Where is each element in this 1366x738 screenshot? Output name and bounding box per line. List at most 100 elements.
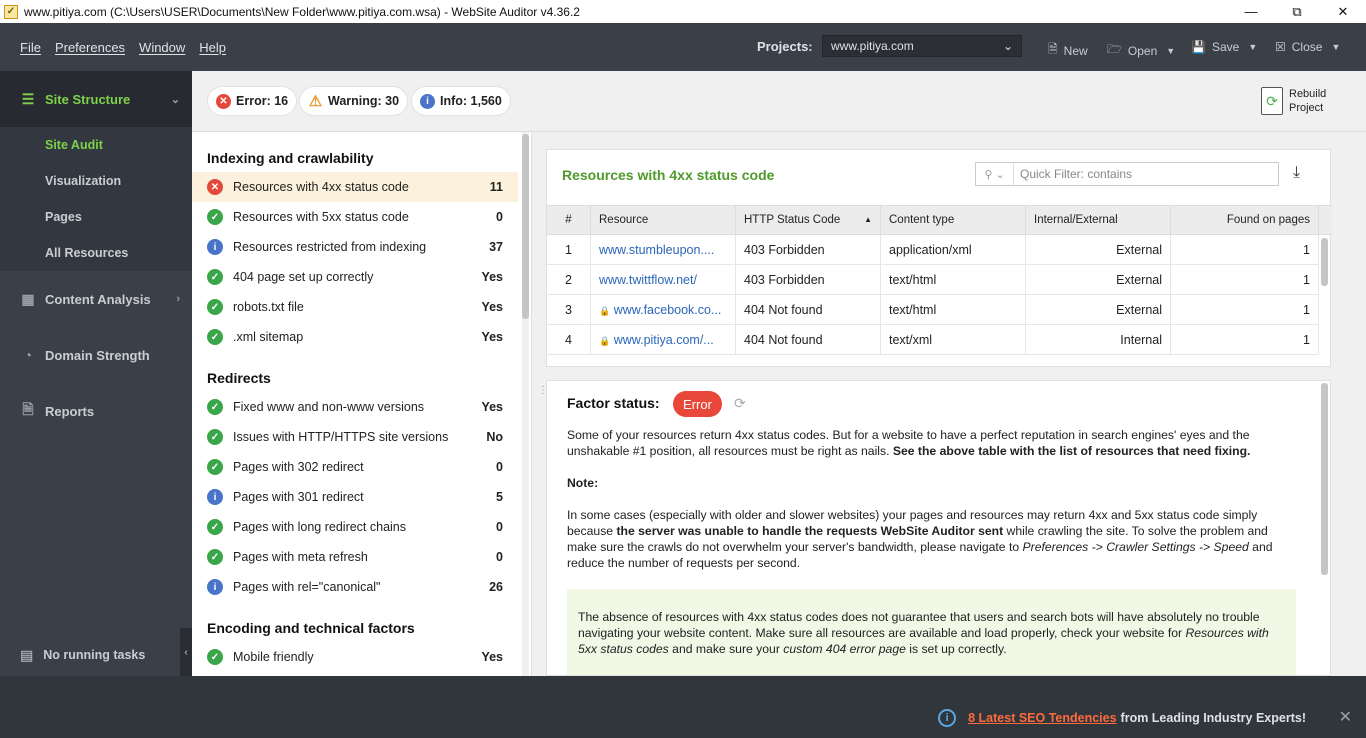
sidebar-subitem-visualization[interactable]: Visualization bbox=[0, 163, 192, 199]
factor-description: Some of your resources return 4xx status… bbox=[567, 428, 1273, 570]
close-label: Close bbox=[1291, 40, 1323, 54]
check-icon: ✓ bbox=[207, 299, 223, 315]
factor-row-302[interactable]: ✓ Pages with 302 redirect 0 bbox=[192, 452, 518, 482]
close-window-button[interactable]: ✕ bbox=[1320, 0, 1366, 23]
resource-link[interactable]: www.twittflow.net/ bbox=[591, 265, 736, 295]
summary-bar: ✕ Error: 16 ⚠ Warning: 30 i Info: 1,560 … bbox=[192, 71, 1366, 132]
menu-window[interactable]: Window bbox=[139, 40, 185, 55]
list-scrollbar[interactable] bbox=[522, 132, 529, 676]
factor-list: Indexing and crawlability ✕ Resources wit… bbox=[192, 132, 532, 676]
col-found-on-pages[interactable]: Found on pages bbox=[1171, 206, 1319, 234]
news-link[interactable]: 8 Latest SEO Tendencies bbox=[968, 711, 1116, 725]
resource-link[interactable]: 🔒 www.pitiya.com/... bbox=[591, 325, 736, 355]
info-icon: i bbox=[207, 579, 223, 595]
sidebar: ☰ Site Structure ⌄ Site Audit Visualizat… bbox=[0, 71, 192, 676]
check-icon: ✓ bbox=[207, 399, 223, 415]
factor-row-long-chains[interactable]: ✓ Pages with long redirect chains 0 bbox=[192, 512, 518, 542]
info-icon: i bbox=[420, 93, 435, 109]
table-row[interactable]: 1 www.stumbleupon.... 403 Forbidden appl… bbox=[547, 235, 1319, 265]
tasks-label: No running tasks bbox=[43, 648, 146, 662]
menu-bar: File Preferences Window Help Projects: w… bbox=[0, 23, 1366, 71]
table-row[interactable]: 3 🔒 www.facebook.co... 404 Not found tex… bbox=[547, 295, 1319, 325]
floppy-icon: 💾 bbox=[1191, 40, 1206, 54]
col-number[interactable]: # bbox=[547, 206, 591, 234]
info-count: Info: 1,560 bbox=[440, 94, 502, 108]
close-icon[interactable]: ✕ bbox=[1339, 707, 1352, 727]
restore-button[interactable]: ⧉ bbox=[1274, 0, 1320, 23]
chevron-down-icon[interactable]: ▼ bbox=[1166, 46, 1175, 56]
table-scrollbar[interactable] bbox=[1321, 236, 1329, 366]
info-count-badge[interactable]: i Info: 1,560 bbox=[412, 87, 510, 115]
error-icon: ✕ bbox=[216, 93, 231, 109]
sidebar-item-site-structure[interactable]: ☰ Site Structure ⌄ bbox=[0, 71, 192, 127]
sidebar-collapse-button[interactable]: ‹ bbox=[180, 628, 192, 676]
project-value: www.pitiya.com bbox=[831, 39, 914, 53]
download-icon[interactable]: ⤓ bbox=[1293, 164, 1300, 182]
col-status-code[interactable]: HTTP Status Code ▲ bbox=[736, 206, 881, 234]
check-icon: ✓ bbox=[207, 519, 223, 535]
warning-count-badge[interactable]: ⚠ Warning: 30 bbox=[300, 87, 408, 115]
main-area: ✕ Error: 16 ⚠ Warning: 30 i Info: 1,560 … bbox=[192, 71, 1366, 676]
tasks-status[interactable]: ▤ No running tasks bbox=[0, 636, 180, 674]
close-project-button[interactable]: ☒ Close ▼ bbox=[1275, 40, 1340, 54]
sidebar-item-label: Content Analysis bbox=[45, 291, 151, 307]
table-row[interactable]: 4 🔒 www.pitiya.com/... 404 Not found tex… bbox=[547, 325, 1319, 355]
sidebar-item-label: Site Structure bbox=[45, 91, 131, 107]
chevron-down-icon[interactable]: ▼ bbox=[1248, 42, 1257, 52]
splitter-handle[interactable]: ⋮ bbox=[538, 386, 548, 401]
open-label: Open bbox=[1127, 43, 1158, 58]
news-banner: i 8 Latest SEO Tendencies from Leading I… bbox=[938, 709, 1306, 727]
minimize-button[interactable]: — bbox=[1228, 0, 1274, 23]
factor-row-meta-refresh[interactable]: ✓ Pages with meta refresh 0 bbox=[192, 542, 518, 572]
news-text: from Leading Industry Experts! bbox=[1120, 711, 1306, 725]
error-count-badge[interactable]: ✕ Error: 16 bbox=[208, 87, 297, 115]
gauge-icon: ◔ bbox=[23, 347, 33, 363]
col-internal-external[interactable]: Internal/External bbox=[1026, 206, 1171, 234]
factor-scrollbar[interactable] bbox=[1321, 383, 1329, 675]
factor-row-robots[interactable]: ✓ robots.txt file Yes bbox=[192, 292, 518, 322]
rebuild-project-button[interactable]: ⟳ Rebuild Project bbox=[1261, 87, 1326, 115]
factor-row-5xx[interactable]: ✓ Resources with 5xx status code 0 bbox=[192, 202, 518, 232]
sidebar-subitem-all-resources[interactable]: All Resources bbox=[0, 235, 192, 271]
sidebar-subitem-site-audit[interactable]: Site Audit bbox=[0, 127, 192, 163]
content-analysis-icon: ▦ bbox=[21, 290, 35, 307]
factor-row-https[interactable]: ✓ Issues with HTTP/HTTPS site versions No bbox=[192, 422, 518, 452]
title-bar: ✓ www.pitiya.com (C:\Users\USER\Document… bbox=[0, 0, 1366, 23]
group-title: Redirects bbox=[207, 370, 271, 386]
save-button[interactable]: 💾 Save ▼ bbox=[1191, 40, 1257, 54]
resource-link[interactable]: 🔒 www.facebook.co... bbox=[591, 295, 736, 325]
resource-link[interactable]: www.stumbleupon.... bbox=[591, 235, 736, 265]
factor-row-www[interactable]: ✓ Fixed www and non-www versions Yes bbox=[192, 392, 518, 422]
sidebar-subitem-pages[interactable]: Pages bbox=[0, 199, 192, 235]
check-icon: ✓ bbox=[207, 429, 223, 445]
menu-help[interactable]: Help bbox=[199, 40, 226, 55]
open-button[interactable]: 🗁 Open ▼ bbox=[1107, 40, 1175, 61]
table-row[interactable]: 2 www.twittflow.net/ 403 Forbidden text/… bbox=[547, 265, 1319, 295]
sidebar-item-reports[interactable]: 🗎 Reports bbox=[0, 383, 192, 439]
factor-row-restricted[interactable]: i Resources restricted from indexing 37 bbox=[192, 232, 518, 262]
sidebar-item-content-analysis[interactable]: ▦ Content Analysis › bbox=[0, 271, 192, 327]
project-select[interactable]: www.pitiya.com ⌄ bbox=[822, 35, 1022, 57]
new-button[interactable]: 🗎 New bbox=[1048, 40, 1088, 61]
factor-row-mobile[interactable]: ✓ Mobile friendly Yes bbox=[192, 642, 518, 672]
factor-row-4xx[interactable]: ✕ Resources with 4xx status code 11 bbox=[192, 172, 518, 202]
col-content-type[interactable]: Content type bbox=[881, 206, 1026, 234]
quick-filter-input[interactable]: Quick Filter: contains bbox=[1020, 167, 1132, 181]
menu-file[interactable]: File bbox=[20, 40, 41, 55]
reports-icon: 🗎 bbox=[22, 401, 34, 417]
search-icon[interactable]: ⚲ ⌄ bbox=[976, 163, 1014, 185]
menu-preferences[interactable]: Preferences bbox=[55, 40, 125, 55]
chevron-down-icon[interactable]: ▼ bbox=[1331, 42, 1340, 52]
sidebar-item-domain-strength[interactable]: ◔ Domain Strength bbox=[0, 327, 192, 383]
table-title: Resources with 4xx status code bbox=[562, 167, 775, 183]
factor-row-canonical[interactable]: i Pages with rel="canonical" 26 bbox=[192, 572, 518, 602]
info-icon: i bbox=[207, 239, 223, 255]
factor-row-404-page[interactable]: ✓ 404 page set up correctly Yes bbox=[192, 262, 518, 292]
quick-filter[interactable]: ⚲ ⌄ Quick Filter: contains bbox=[975, 162, 1279, 186]
new-file-icon: 🗎 bbox=[1048, 42, 1058, 56]
factor-row-301[interactable]: i Pages with 301 redirect 5 bbox=[192, 482, 518, 512]
refresh-icon[interactable]: ⟳ bbox=[734, 395, 746, 412]
col-resource[interactable]: Resource bbox=[591, 206, 736, 234]
check-icon: ✓ bbox=[207, 649, 223, 665]
factor-row-sitemap[interactable]: ✓ .xml sitemap Yes bbox=[192, 322, 518, 352]
